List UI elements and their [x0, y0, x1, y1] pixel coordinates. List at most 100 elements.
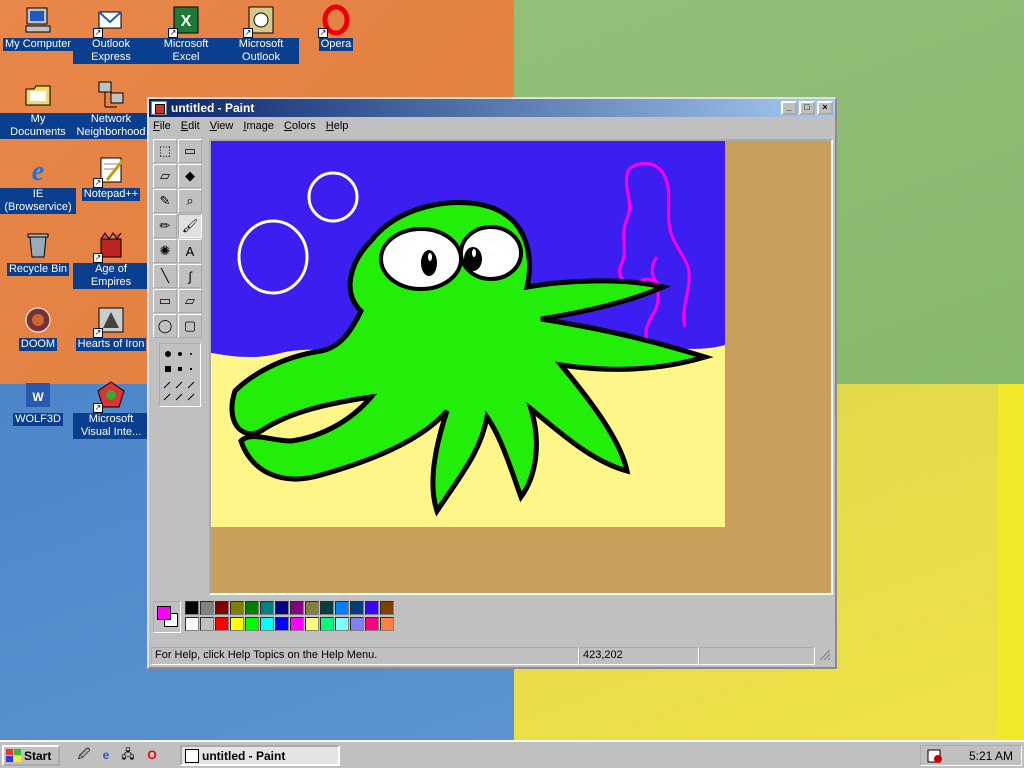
rounded-rect-icon[interactable]: ▢	[178, 314, 202, 338]
scheduler-icon[interactable]	[927, 748, 943, 764]
palette-swatch[interactable]	[200, 617, 214, 631]
task-paint[interactable]: untitled - Paint	[180, 745, 340, 766]
pencil-icon[interactable]: ✏	[153, 214, 177, 238]
menu-file[interactable]: File	[153, 120, 171, 132]
desktop-icon-excel[interactable]: X ↗ Microsoft Excel	[148, 4, 224, 64]
minimize-button[interactable]: _	[781, 101, 797, 115]
palette-swatch[interactable]	[215, 601, 229, 615]
desktop-icon-hearts-of-iron[interactable]: ↗ Hearts of Iron	[73, 304, 149, 351]
palette-swatch[interactable]	[215, 617, 229, 631]
desktop-icon-notepad[interactable]: ↗ Notepad++	[73, 154, 149, 201]
palette-swatch[interactable]	[305, 601, 319, 615]
rectangle-icon[interactable]: ▭	[153, 289, 177, 313]
menu-colors[interactable]: Colors	[284, 120, 316, 132]
airbrush-icon[interactable]: ✺	[153, 239, 177, 263]
palette-swatch[interactable]	[335, 601, 349, 615]
palette-swatch[interactable]	[365, 617, 379, 631]
visual-interdev-icon: ↗	[93, 379, 127, 413]
title-bar[interactable]: untitled - Paint _ □ ×	[149, 99, 835, 117]
desktop-icon-recycle-bin[interactable]: Recycle Bin	[0, 229, 76, 276]
status-help: For Help, click Help Topics on the Help …	[151, 647, 579, 665]
palette-swatch[interactable]	[305, 617, 319, 631]
free-select-icon[interactable]: ⬚	[153, 139, 177, 163]
polygon-icon[interactable]: ▱	[178, 289, 202, 313]
desktop-icon-doom[interactable]: DOOM	[0, 304, 76, 351]
recycle-bin-icon	[22, 229, 54, 261]
desktop-icon-age-of-empires[interactable]: ↗ Age of Empires	[73, 229, 149, 289]
desktop-icon-computer[interactable]: My Computer	[0, 4, 76, 51]
palette-swatch[interactable]	[245, 617, 259, 631]
desktop-icon-wolf3d[interactable]: W WOLF3D	[0, 379, 76, 426]
palette-swatch[interactable]	[380, 617, 394, 631]
desktop-icon-label: Microsoft Excel	[148, 38, 224, 64]
current-colors[interactable]	[153, 601, 181, 633]
close-button[interactable]: ×	[817, 101, 833, 115]
palette-swatch[interactable]	[320, 617, 334, 631]
palette-swatch[interactable]	[380, 601, 394, 615]
desktop-icon-outlook-express[interactable]: ↗ Outlook Express	[73, 4, 149, 64]
palette-swatch[interactable]	[200, 601, 214, 615]
desktop-icon-label: Network Neighborhood	[73, 113, 149, 139]
menu-help[interactable]: Help	[326, 120, 349, 132]
desktop-icon-folder[interactable]: My Documents	[0, 79, 76, 139]
palette-swatch[interactable]	[335, 617, 349, 631]
desktop-icon-ie[interactable]: e IE (Browservice)	[0, 154, 76, 214]
windows-logo-icon	[6, 748, 22, 763]
taskbar: Start 🖉 e 🖧 O untitled - Paint 5:21 AM	[0, 740, 1024, 768]
doom-icon	[22, 304, 54, 336]
palette-swatch[interactable]	[275, 617, 289, 631]
channels-icon[interactable]: 🖧	[120, 747, 136, 763]
palette-swatch[interactable]	[350, 601, 364, 615]
menu-view[interactable]: View	[210, 120, 234, 132]
palette-swatch[interactable]	[350, 617, 364, 631]
shortcut-arrow-icon: ↗	[93, 178, 103, 188]
maximize-button[interactable]: □	[799, 101, 815, 115]
drawing-canvas[interactable]	[211, 141, 831, 593]
palette-swatch[interactable]	[290, 617, 304, 631]
show-desktop-icon[interactable]: 🖉	[76, 747, 92, 763]
palette-swatch[interactable]	[275, 601, 289, 615]
task-paint-label: untitled - Paint	[202, 748, 286, 763]
hearts-of-iron-icon: ↗	[93, 304, 127, 338]
eraser-icon[interactable]: ▱	[153, 164, 177, 188]
ellipse-icon[interactable]: ◯	[153, 314, 177, 338]
paint-task-icon	[185, 748, 199, 763]
palette-swatch[interactable]	[260, 617, 274, 631]
palette-swatch[interactable]	[365, 601, 379, 615]
desktop-icon-network[interactable]: Network Neighborhood	[73, 79, 149, 139]
desktop-icon-opera[interactable]: ↗ Opera	[298, 4, 374, 51]
brush-icon[interactable]: 🖌	[178, 214, 202, 238]
start-button[interactable]: Start	[2, 745, 60, 766]
text-icon[interactable]: A	[178, 239, 202, 263]
tool-options[interactable]	[159, 343, 201, 407]
ie-quick-icon[interactable]: e	[98, 747, 114, 763]
palette-swatch[interactable]	[185, 601, 199, 615]
palette-swatch[interactable]	[245, 601, 259, 615]
menu-edit[interactable]: Edit	[181, 120, 200, 132]
magnifier-icon[interactable]: ⌕	[178, 189, 202, 213]
palette-swatch[interactable]	[230, 601, 244, 615]
resize-grip-icon[interactable]	[815, 647, 833, 665]
opera-quick-icon[interactable]: O	[144, 747, 160, 763]
palette-swatch[interactable]	[230, 617, 244, 631]
shortcut-arrow-icon: ↗	[93, 403, 103, 413]
network-icon	[95, 79, 127, 111]
desktop-icon-outlook[interactable]: ↗ Microsoft Outlook	[223, 4, 299, 64]
palette-swatch[interactable]	[320, 601, 334, 615]
canvas-workspace[interactable]	[209, 139, 833, 595]
start-label: Start	[24, 748, 52, 763]
desktop-icon-label: Microsoft Visual Inte...	[73, 413, 149, 439]
shortcut-arrow-icon: ↗	[93, 28, 103, 38]
color-picker-icon[interactable]: ✎	[153, 189, 177, 213]
palette-swatch[interactable]	[185, 617, 199, 631]
palette-swatch[interactable]	[290, 601, 304, 615]
menu-image[interactable]: Image	[243, 120, 274, 132]
curve-icon[interactable]: ∫	[178, 264, 202, 288]
desktop-icon-label: My Computer	[2, 38, 74, 51]
rect-select-icon[interactable]: ▭	[178, 139, 202, 163]
palette-swatch[interactable]	[260, 601, 274, 615]
desktop-icon-visual-interdev[interactable]: ↗ Microsoft Visual Inte...	[73, 379, 149, 439]
clock[interactable]: 5:21 AM	[969, 749, 1013, 763]
fill-icon[interactable]: ◆	[178, 164, 202, 188]
line-icon[interactable]: ╲	[153, 264, 177, 288]
